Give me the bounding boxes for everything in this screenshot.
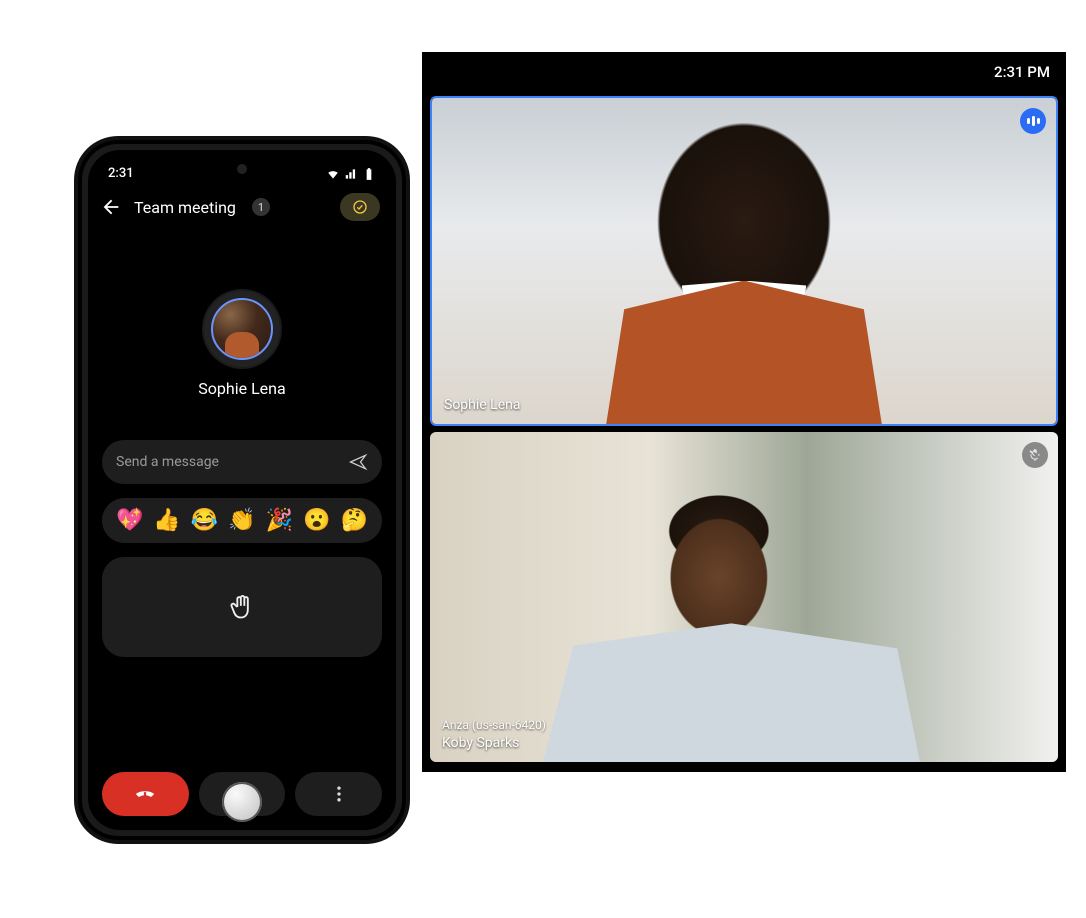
active-speaker-panel: Sophie Lena [88, 289, 396, 398]
participants-count-badge[interactable]: 1 [252, 198, 270, 216]
video-tile[interactable]: Sophie Lena [430, 96, 1058, 426]
participant-name: Sophie Lena [444, 397, 520, 413]
video-tiles: Sophie Lena Anza (us-san-6420) Koby Spar… [422, 96, 1066, 762]
participant-name-label: Sophie Lena [444, 396, 520, 414]
speaker-avatar[interactable] [211, 298, 273, 360]
raise-hand-button[interactable] [102, 557, 382, 657]
mic-off-icon [1028, 448, 1042, 462]
participant-video [432, 98, 1056, 424]
phone-clock: 2:31 [108, 166, 134, 181]
participant-name: Koby Sparks [442, 735, 519, 751]
speaking-indicator-icon [1020, 108, 1046, 134]
reaction-party[interactable]: 🎉 [266, 508, 293, 533]
muted-indicator-icon [1022, 442, 1048, 468]
hangup-icon [134, 783, 156, 805]
participant-video [430, 432, 1058, 762]
reaction-wow[interactable]: 😮 [303, 508, 330, 533]
phone-screen: 2:31 Team meeting 1 Sophie Lena Send a m… [88, 150, 396, 830]
speaker-name: Sophie Lena [198, 379, 285, 398]
phone-status-icons [326, 167, 376, 181]
phone-home-indicator[interactable] [222, 782, 262, 822]
signal-icon [344, 167, 358, 181]
battery-icon [362, 167, 376, 181]
speaker-avatar-ring [202, 289, 282, 369]
message-input-row[interactable]: Send a message [102, 440, 382, 484]
reaction-heart[interactable]: 💖 [116, 508, 143, 533]
reaction-laugh[interactable]: 😂 [191, 508, 218, 533]
reaction-think[interactable]: 🤔 [341, 508, 368, 533]
hangup-button[interactable] [102, 772, 189, 816]
reactions-row: 💖 👍 😂 👏 🎉 😮 🤔 [102, 498, 382, 543]
phone-header: Team meeting 1 [88, 185, 396, 233]
overflow-icon [329, 784, 349, 804]
phone-camera-hole [237, 164, 247, 174]
message-input[interactable]: Send a message [116, 454, 348, 470]
video-tile[interactable]: Anza (us-san-6420) Koby Sparks [430, 432, 1058, 762]
participant-name-label: Anza (us-san-6420) Koby Sparks [442, 718, 546, 752]
meeting-title: Team meeting [134, 198, 236, 217]
phone-frame: 2:31 Team meeting 1 Sophie Lena Send a m… [78, 140, 406, 840]
tablet-clock: 2:31 PM [994, 63, 1050, 81]
reaction-thumbs[interactable]: 👍 [153, 508, 180, 533]
reaction-clap[interactable]: 👏 [228, 508, 255, 533]
audio-status-pill[interactable] [340, 193, 380, 221]
tablet-frame: 2:31 PM Sophie Lena Anza (us-san-6420) K… [422, 52, 1066, 772]
check-circle-icon [352, 199, 368, 215]
back-icon[interactable] [100, 196, 122, 218]
more-button[interactable] [295, 772, 382, 816]
wifi-icon [326, 167, 340, 181]
send-icon[interactable] [348, 452, 368, 472]
participant-location: Anza (us-san-6420) [442, 718, 546, 734]
tablet-status-bar: 2:31 PM [422, 52, 1066, 92]
raise-hand-icon [228, 593, 256, 621]
